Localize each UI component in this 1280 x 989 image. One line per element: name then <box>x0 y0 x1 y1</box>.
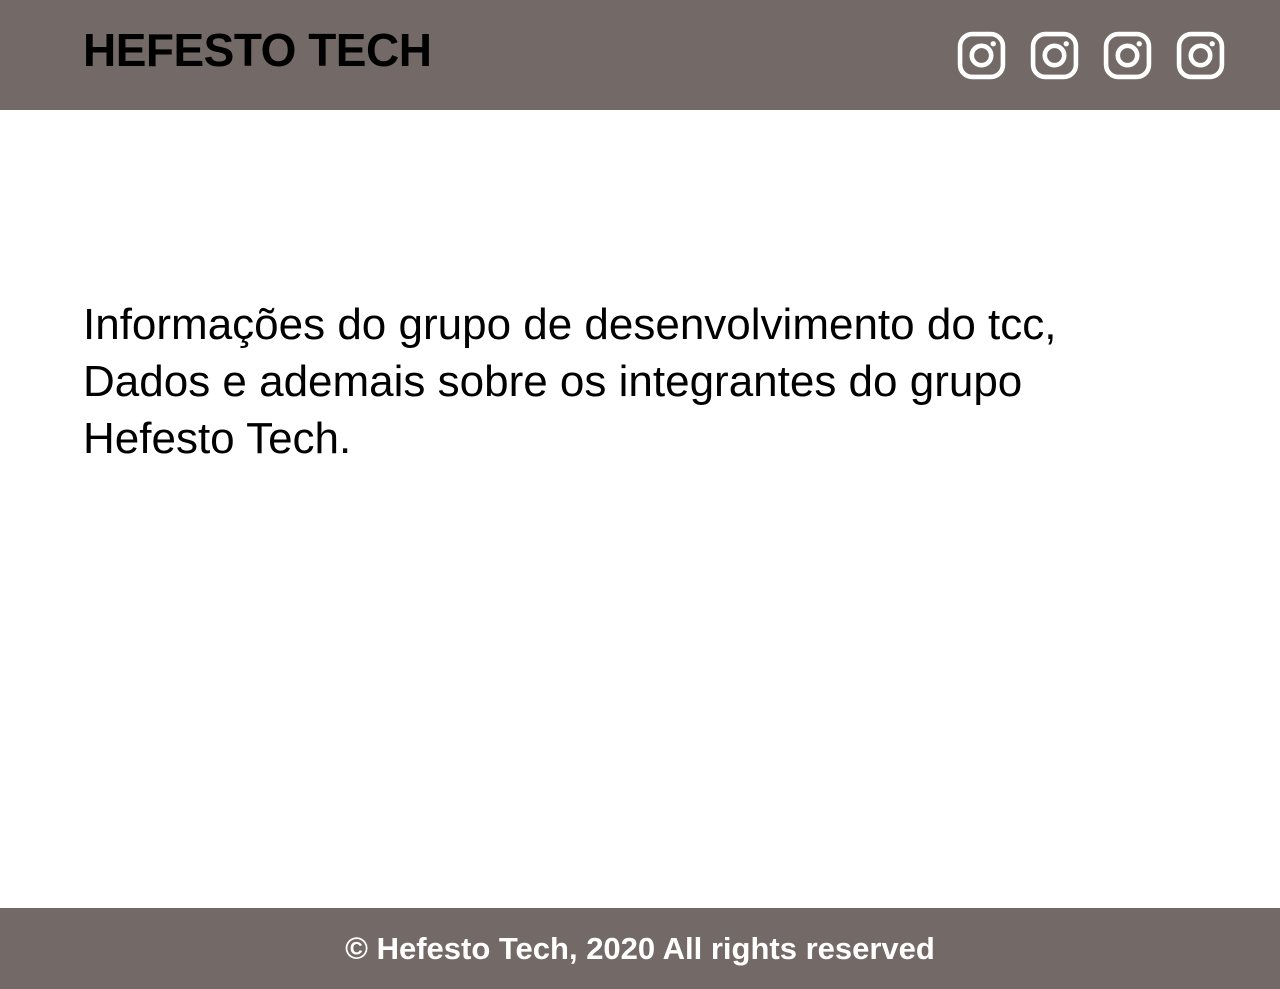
instagram-link-4[interactable] <box>1176 31 1225 80</box>
instagram-link-3[interactable] <box>1103 31 1152 80</box>
social-links <box>957 31 1225 80</box>
instagram-link-2[interactable] <box>1030 31 1079 80</box>
copyright-text: © Hefesto Tech, 2020 All rights reserved <box>345 930 935 966</box>
intro-text: Informações do grupo de desenvolvimento … <box>83 296 1203 467</box>
brand-title: HEFESTO TECH <box>83 24 432 76</box>
instagram-icon <box>1103 31 1152 80</box>
intro-line: Dados e ademais sobre os integrantes do … <box>83 357 1023 406</box>
intro-line: Hefesto Tech. <box>83 414 352 463</box>
site-footer: © Hefesto Tech, 2020 All rights reserved <box>0 908 1280 989</box>
instagram-icon <box>1176 31 1225 80</box>
site-header: HEFESTO TECH <box>0 0 1280 110</box>
main-content: Informações do grupo de desenvolvimento … <box>83 296 1203 467</box>
intro-line: Informações do grupo de desenvolvimento … <box>83 300 1057 349</box>
instagram-icon <box>957 31 1006 80</box>
instagram-link-1[interactable] <box>957 31 1006 80</box>
instagram-icon <box>1030 31 1079 80</box>
